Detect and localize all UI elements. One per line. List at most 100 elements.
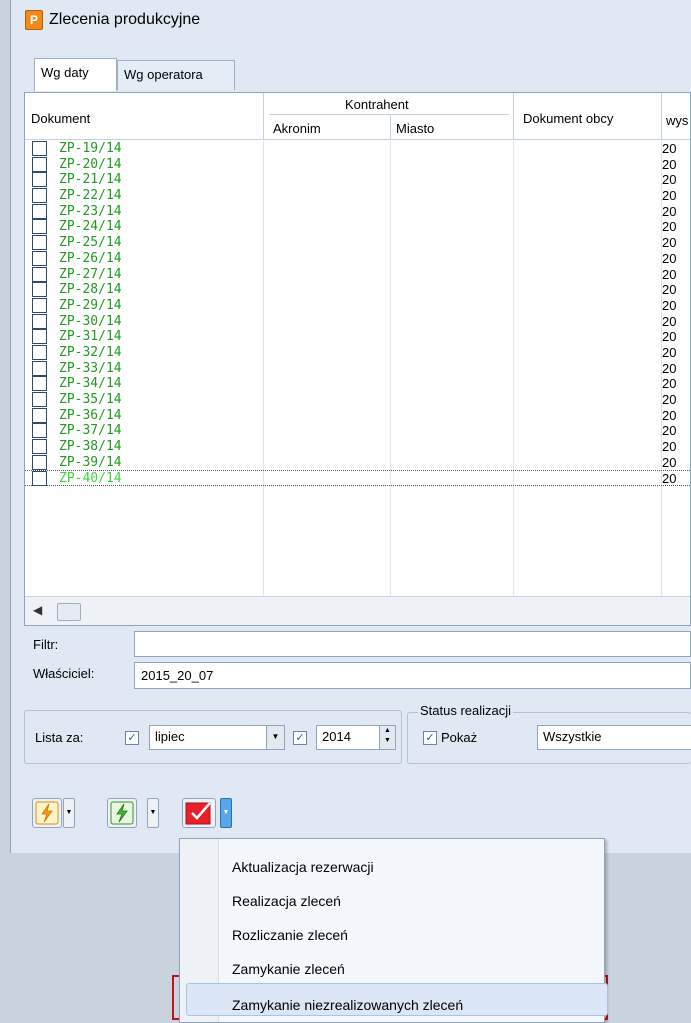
- status-select[interactable]: Wszystkie: [537, 725, 691, 750]
- row-checkbox[interactable]: [32, 313, 47, 329]
- table-row[interactable]: ZP-23/14 20: [25, 203, 690, 220]
- year-stepper[interactable]: 2014 ▲ ▼: [316, 725, 396, 750]
- close-orders-dropdown[interactable]: ▼: [220, 798, 232, 828]
- header-kontrahent: Kontrahent: [345, 97, 409, 112]
- document-number: ZP-27/14: [59, 266, 122, 282]
- table-row[interactable]: ZP-22/14 20: [25, 188, 690, 204]
- window-title: Zlecenia produkcyjne: [49, 11, 201, 28]
- menu-item-rozliczanie-zlecen[interactable]: Rozliczanie zleceń: [232, 927, 348, 943]
- row-checkbox[interactable]: [32, 156, 47, 172]
- header-divider: [269, 114, 509, 115]
- tab-wg-operatora[interactable]: Wg operatora: [117, 60, 235, 90]
- table-row[interactable]: ZP-27/14 20: [25, 266, 690, 283]
- issue-date: 20: [662, 266, 677, 282]
- issue-date: 20: [662, 392, 677, 407]
- table-row[interactable]: ZP-24/14 20: [25, 219, 690, 235]
- table-row[interactable]: ZP-30/14 20: [25, 313, 690, 330]
- table-row[interactable]: ZP-34/14 20: [25, 376, 690, 392]
- document-number: ZP-20/14: [59, 156, 122, 172]
- row-checkbox[interactable]: [32, 219, 47, 235]
- table-row[interactable]: ZP-19/14 20: [25, 141, 690, 157]
- filter-input[interactable]: [134, 631, 691, 657]
- table-row[interactable]: ZP-37/14 20: [25, 423, 690, 439]
- row-checkbox[interactable]: [32, 235, 47, 251]
- table-row[interactable]: ZP-28/14 20: [25, 282, 690, 298]
- spin-icon[interactable]: ▲ ▼: [379, 726, 395, 749]
- month-checkbox[interactable]: ✓: [125, 731, 139, 745]
- row-checkbox[interactable]: [32, 344, 47, 360]
- lightning-orange-button[interactable]: [32, 798, 62, 828]
- row-checkbox[interactable]: [32, 423, 47, 439]
- issue-date: 20: [662, 360, 677, 376]
- issue-date: 20: [662, 203, 677, 219]
- row-checkbox[interactable]: [32, 439, 47, 455]
- table-row[interactable]: ZP-21/14 20: [25, 172, 690, 188]
- orders-table: Dokument Kontrahent Akronim Miasto Dokum…: [24, 92, 691, 626]
- year-checkbox[interactable]: ✓: [293, 731, 307, 745]
- row-checkbox[interactable]: [32, 471, 47, 487]
- table-row[interactable]: ZP-38/14 20: [25, 439, 690, 455]
- table-row[interactable]: ZP-32/14 20: [25, 344, 690, 361]
- lightning-orange-icon: [35, 801, 59, 825]
- table-row[interactable]: ZP-20/14 20: [25, 156, 690, 173]
- lightning-green-dropdown[interactable]: ▼: [147, 798, 159, 828]
- row-checkbox[interactable]: [32, 407, 47, 423]
- row-checkbox[interactable]: [32, 250, 47, 266]
- document-number: ZP-40/14: [59, 471, 122, 487]
- issue-date: 20: [662, 313, 677, 329]
- menu-item-zamykanie-zlecen[interactable]: Zamykanie zleceń: [232, 961, 345, 977]
- table-row[interactable]: ZP-26/14 20: [25, 250, 690, 267]
- row-checkbox[interactable]: [32, 392, 47, 407]
- row-checkbox[interactable]: [32, 329, 47, 345]
- menu-item-zamykanie-niezrealizowanych-zlecen[interactable]: Zamykanie niezrealizowanych zleceń: [232, 997, 463, 1013]
- row-checkbox[interactable]: [32, 282, 47, 298]
- header-akronim[interactable]: Akronim: [273, 121, 321, 136]
- document-number: ZP-39/14: [59, 454, 122, 470]
- month-select[interactable]: lipiec ▼: [149, 725, 285, 750]
- table-row[interactable]: ZP-40/14 20: [25, 470, 690, 487]
- table-row[interactable]: ZP-33/14 20: [25, 360, 690, 377]
- chevron-down-icon[interactable]: ▼: [266, 726, 284, 749]
- lightning-green-button[interactable]: [107, 798, 137, 828]
- row-checkbox[interactable]: [32, 172, 47, 188]
- row-checkbox[interactable]: [32, 360, 47, 376]
- owner-label: Właściciel:: [33, 666, 95, 681]
- issue-date: 20: [662, 344, 677, 360]
- document-number: ZP-21/14: [59, 172, 122, 188]
- scroll-left-icon[interactable]: ◀: [33, 603, 42, 617]
- header-wys[interactable]: wys: [666, 113, 688, 128]
- filter-label: Filtr:: [33, 637, 59, 652]
- row-checkbox[interactable]: [32, 203, 47, 219]
- table-row[interactable]: ZP-31/14 20: [25, 329, 690, 345]
- scrollbar-thumb[interactable]: [57, 603, 81, 621]
- row-checkbox[interactable]: [32, 266, 47, 282]
- close-orders-button[interactable]: [182, 798, 216, 828]
- row-checkbox[interactable]: [32, 376, 47, 392]
- row-checkbox[interactable]: [32, 454, 47, 470]
- table-row[interactable]: ZP-39/14 20: [25, 454, 690, 471]
- document-number: ZP-26/14: [59, 250, 122, 266]
- document-number: ZP-35/14: [59, 392, 122, 407]
- table-row[interactable]: ZP-36/14 20: [25, 407, 690, 424]
- owner-field[interactable]: 2015_20_07: [134, 662, 691, 689]
- header-sep: [263, 93, 264, 139]
- document-number: ZP-38/14: [59, 439, 122, 455]
- table-row[interactable]: ZP-35/14 20: [25, 392, 690, 408]
- header-miasto[interactable]: Miasto: [396, 121, 434, 136]
- issue-date: 20: [662, 471, 677, 487]
- lightning-orange-dropdown[interactable]: ▼: [63, 798, 75, 828]
- row-checkbox[interactable]: [32, 297, 47, 313]
- horizontal-scrollbar[interactable]: ◀: [25, 596, 690, 625]
- header-dokument-obcy[interactable]: Dokument obcy: [523, 111, 613, 126]
- row-checkbox[interactable]: [32, 141, 47, 156]
- table-row[interactable]: ZP-29/14 20: [25, 297, 690, 314]
- row-checkbox[interactable]: [32, 188, 47, 204]
- tab-wg-daty[interactable]: Wg daty: [34, 58, 117, 91]
- table-row[interactable]: ZP-25/14 20: [25, 235, 690, 251]
- show-checkbox[interactable]: ✓: [423, 731, 437, 745]
- issue-date: 20: [662, 156, 677, 172]
- menu-item-aktualizacja-rezerwacji[interactable]: Aktualizacja rezerwacji: [232, 859, 374, 875]
- header-dokument[interactable]: Dokument: [31, 111, 90, 126]
- menu-item-realizacja-zlecen[interactable]: Realizacja zleceń: [232, 893, 341, 909]
- issue-date: 20: [662, 329, 677, 345]
